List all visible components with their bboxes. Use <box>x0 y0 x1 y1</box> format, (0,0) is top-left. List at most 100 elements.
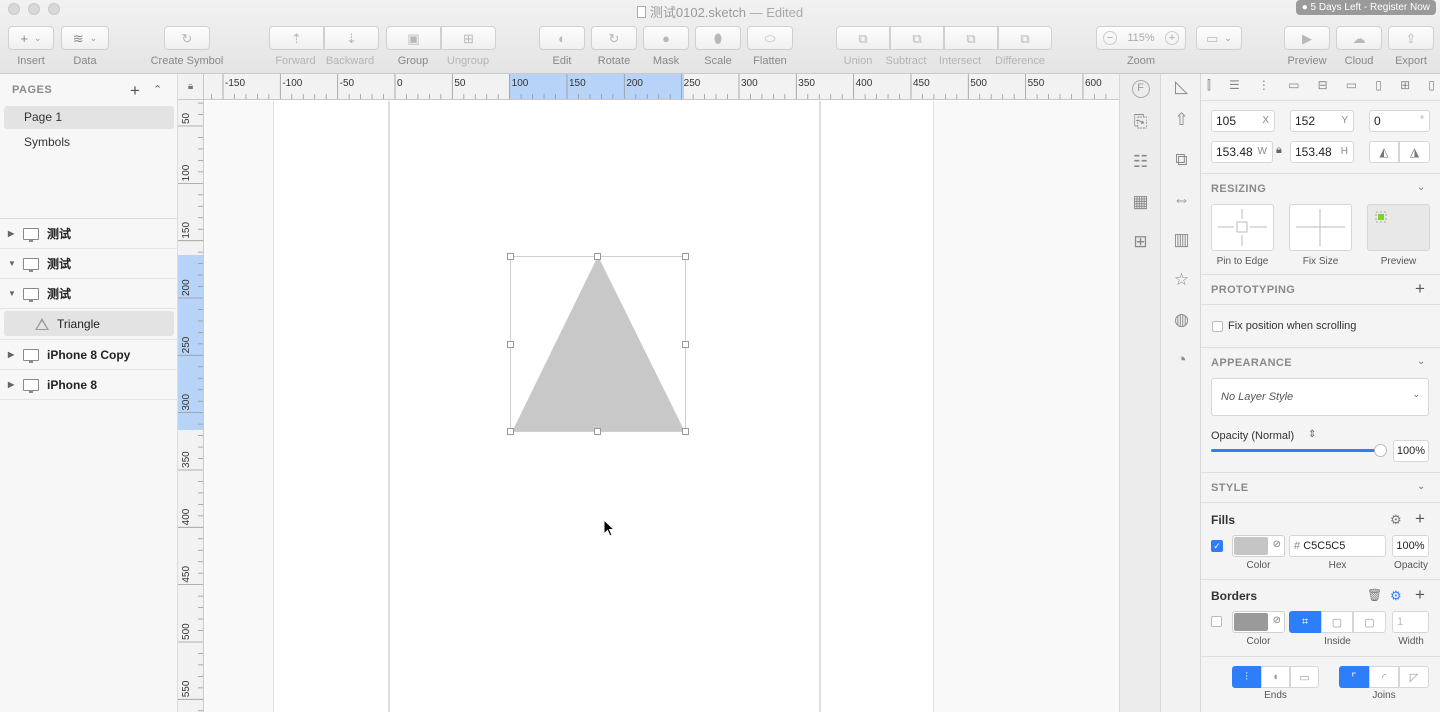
chart-pie-icon[interactable]: ◔ <box>1161 340 1202 380</box>
palette-icon[interactable]: ◍ <box>1161 300 1202 340</box>
opacity-slider[interactable] <box>1211 449 1383 452</box>
border-settings-gear-icon[interactable]: ⚙ <box>1390 588 1402 604</box>
add-prototype-button[interactable]: + <box>1415 280 1425 297</box>
more-icon[interactable]: ⋮ <box>1258 78 1270 96</box>
preview-button[interactable]: ▶ <box>1284 26 1330 50</box>
end-round-button[interactable]: ◖ <box>1261 666 1290 688</box>
align-left-icon[interactable]: ⫿ <box>1207 78 1211 96</box>
fill-settings-gear-icon[interactable]: ⚙ <box>1390 512 1402 528</box>
plugin-list-icon[interactable]: ☷ <box>1120 142 1161 182</box>
border-width-field[interactable]: 1 <box>1392 611 1429 633</box>
difference-button[interactable]: ⧉ <box>998 26 1052 50</box>
join-miter-button[interactable]: ⌜ <box>1339 666 1369 688</box>
scale-button[interactable]: ⬮ <box>695 26 741 50</box>
align-middle-icon[interactable]: ⊟ <box>1318 78 1328 96</box>
layer-triangle[interactable]: Triangle <box>0 309 178 340</box>
opacity-slider-thumb[interactable] <box>1374 444 1387 457</box>
arrange-icon[interactable]: ⧉ <box>1161 140 1202 180</box>
x-field[interactable]: 105 X <box>1211 110 1275 132</box>
export-button[interactable]: ⇪ <box>1388 26 1434 50</box>
mask-button[interactable]: ● <box>643 26 689 50</box>
add-fill-button[interactable]: + <box>1415 510 1425 527</box>
disclosure-collapsed-icon[interactable]: ▶ <box>8 340 14 370</box>
flip-horizontal-icon[interactable]: ◭ <box>1369 141 1399 163</box>
rotation-field[interactable]: 0 ° <box>1369 110 1430 132</box>
border-inside-button[interactable]: ▢ <box>1321 611 1353 633</box>
ruler-lock-icon[interactable]: 🔒︎ <box>178 74 204 100</box>
border-outside-button[interactable]: ▢ <box>1353 611 1386 633</box>
join-round-button[interactable]: ◜ <box>1369 666 1399 688</box>
triangle-shape[interactable] <box>512 256 685 432</box>
fill-color-well[interactable]: ⊘ <box>1232 535 1285 557</box>
view-button[interactable]: ▭ ⌄ <box>1196 26 1242 50</box>
add-page-button[interactable]: + <box>130 82 140 99</box>
forward-button[interactable]: ⇡ <box>269 26 324 50</box>
data-button[interactable]: ≋ ⌄ <box>61 26 109 50</box>
layer-iphone-8[interactable]: ▶ iPhone 8 <box>0 370 178 400</box>
y-field[interactable]: 152 Y <box>1290 110 1354 132</box>
lock-ratio-icon[interactable]: 🔒︎ <box>1276 144 1282 157</box>
width-field[interactable]: 153.48 W <box>1211 141 1273 163</box>
opacity-field[interactable]: 100% <box>1393 440 1429 462</box>
flatten-button[interactable]: ⬭ <box>747 26 793 50</box>
zoom-out-button[interactable]: − <box>1103 31 1117 45</box>
horizontal-ruler[interactable]: -150 -100 -50 0 50 100 150 200 250 300 350 400 450 50… <box>204 74 1119 100</box>
layer-artboard-2[interactable]: ▼ 测试 <box>0 249 178 279</box>
disclosure-expanded-icon[interactable]: ▼ <box>8 249 16 279</box>
plugin-document-icon[interactable]: ⎘ <box>1120 102 1161 142</box>
chevron-down-icon[interactable]: ⌄ <box>1417 356 1425 367</box>
page-item-page-1[interactable]: Page 1 <box>4 106 174 129</box>
layer-style-select[interactable]: No Layer Style ⌄ <box>1211 378 1429 416</box>
fill-hex-field[interactable]: # C5C5C5 <box>1289 535 1386 557</box>
add-border-button[interactable]: + <box>1415 586 1425 603</box>
symbol-star-icon[interactable]: ☆ <box>1161 260 1202 300</box>
intersect-button[interactable]: ⧉ <box>944 26 998 50</box>
zoom-in-button[interactable]: + <box>1164 31 1179 45</box>
chevron-down-icon[interactable]: ⌄ <box>1417 182 1425 193</box>
subtract-button[interactable]: ⧉ <box>890 26 944 50</box>
edit-button[interactable]: ◐ <box>539 26 585 50</box>
insert-button[interactable]: + ⌄ <box>8 26 54 50</box>
border-color-well[interactable]: ⊘ <box>1232 611 1285 633</box>
align-top-icon[interactable]: ▭ <box>1288 78 1299 96</box>
align-bottom-icon[interactable]: ▭ <box>1346 78 1357 96</box>
create-symbol-button[interactable]: ↻ <box>164 26 210 50</box>
backward-button[interactable]: ⇣ <box>324 26 379 50</box>
align-center-icon[interactable]: ⊞ <box>1400 78 1410 96</box>
vertical-ruler[interactable]: 50 100 150 200 250 300 350 400 450 500 550 <box>178 100 204 712</box>
trash-icon[interactable]: 🗑︎ <box>1367 588 1382 602</box>
layer-artboard-3[interactable]: ▼ 测试 <box>0 279 178 309</box>
ungroup-button[interactable]: ⊞ <box>441 26 496 50</box>
layer-iphone-8-copy[interactable]: ▶ iPhone 8 Copy <box>0 340 178 370</box>
disclosure-expanded-icon[interactable]: ▼ <box>8 279 16 309</box>
trial-badge[interactable]: ● 5 Days Left - Register Now <box>1295 0 1436 15</box>
pin-to-edge-control[interactable] <box>1211 204 1274 251</box>
distribute-horizontal-icon[interactable]: ☰ <box>1229 78 1240 96</box>
plugin-f-icon[interactable]: F <box>1120 76 1161 102</box>
page-item-symbols[interactable]: Symbols <box>4 131 174 154</box>
join-bevel-button[interactable]: ◸ <box>1399 666 1429 688</box>
plugin-table-icon[interactable]: ⊞ <box>1120 222 1161 262</box>
rotate-button[interactable]: ↻ <box>591 26 637 50</box>
fix-position-checkbox[interactable] <box>1212 321 1223 332</box>
chevron-down-icon[interactable]: ⌄ <box>1417 481 1425 492</box>
cloud-button[interactable]: ☁ <box>1336 26 1382 50</box>
align-left-edge-icon[interactable]: ▯ <box>1375 78 1382 96</box>
end-butt-button[interactable]: ⫶ <box>1232 666 1261 688</box>
ruler-tool-icon[interactable]: ◺ <box>1161 74 1202 100</box>
end-square-button[interactable]: ▭ <box>1290 666 1319 688</box>
layout-icon[interactable]: ▥ <box>1161 220 1202 260</box>
disclosure-collapsed-icon[interactable]: ▶ <box>8 219 14 249</box>
triangle-shape-layer[interactable] <box>205 101 1119 712</box>
fill-enabled-checkbox[interactable]: ✓ <box>1211 540 1223 552</box>
fill-opacity-field[interactable]: 100% <box>1392 535 1429 557</box>
border-enabled-checkbox[interactable] <box>1211 616 1222 627</box>
disclosure-collapsed-icon[interactable]: ▶ <box>8 370 14 400</box>
border-center-button[interactable]: ⌗ <box>1289 611 1321 633</box>
height-field[interactable]: 153.48 H <box>1290 141 1354 163</box>
fix-size-control[interactable] <box>1289 204 1352 251</box>
align-right-icon[interactable]: ▯ <box>1428 78 1435 96</box>
spacing-icon[interactable]: ⇔ <box>1161 180 1202 220</box>
plugin-grid-icon[interactable]: ▦ <box>1120 182 1161 222</box>
blend-mode-stepper-icon[interactable]: ⇕ <box>1308 429 1316 440</box>
